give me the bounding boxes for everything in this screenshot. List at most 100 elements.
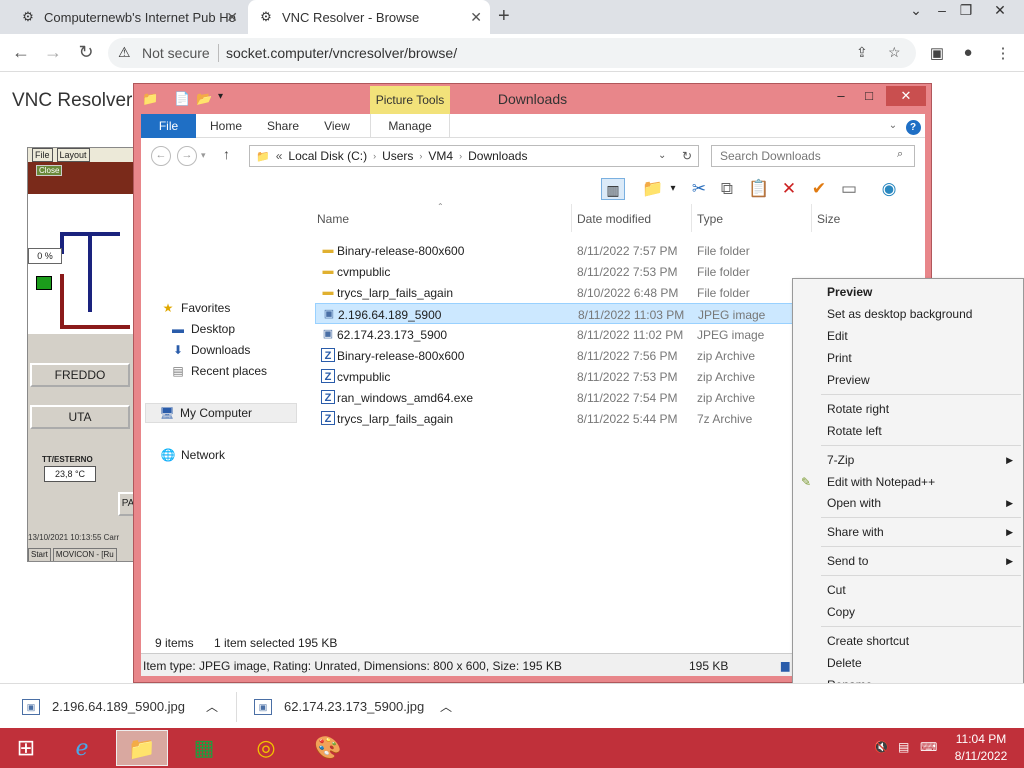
file-row[interactable]: ▬ cvmpublic 8/11/2022 7:53 PM File folder <box>315 261 799 282</box>
tab-home[interactable]: Home <box>201 114 251 138</box>
picture-tools-tab[interactable]: Picture Tools <box>370 86 450 114</box>
paste-icon[interactable]: 📋 <box>747 178 771 200</box>
rename-icon[interactable]: ▭ <box>837 178 861 200</box>
tab-view[interactable]: View <box>315 114 359 138</box>
context-menu-item[interactable]: Delete <box>827 656 862 670</box>
nav-my-computer[interactable]: 🖥 My Computer <box>145 403 297 423</box>
nav-recent-places[interactable]: ▤ Recent places <box>169 361 267 381</box>
search-input[interactable]: Search Downloads <box>711 145 915 167</box>
context-menu-item[interactable]: Print <box>827 351 852 365</box>
kebab-menu-icon[interactable]: ⋮ <box>993 44 1013 62</box>
column-header-type[interactable]: Type <box>697 212 723 226</box>
tab-close-icon[interactable]: ✕ <box>470 9 482 26</box>
new-tab-button[interactable]: + <box>498 5 510 28</box>
column-divider[interactable] <box>571 204 572 232</box>
system-clock[interactable]: 11:04 PM 8/11/2022 <box>944 731 1018 765</box>
download-item[interactable]: ▣ 2.196.64.189_5900.jpg ︿ <box>22 684 226 729</box>
internet-explorer-icon[interactable]: ℯ <box>56 730 108 766</box>
chevron-down-icon[interactable]: ▾ <box>661 178 685 200</box>
context-menu-item[interactable]: Rotate right <box>827 402 889 416</box>
chevron-down-icon[interactable]: ⌄ <box>885 114 901 138</box>
nav-network[interactable]: 🌐 Network <box>159 445 226 465</box>
new-folder-icon[interactable]: 📂 <box>196 91 212 107</box>
copy-icon[interactable]: ⧉ <box>715 178 739 200</box>
tab-share[interactable]: Share <box>259 114 307 138</box>
context-menu-item[interactable]: 7-Zip <box>827 453 854 467</box>
context-menu-item[interactable]: Send to <box>827 554 868 568</box>
forward-arrow-icon[interactable]: → <box>42 42 64 63</box>
globe-icon[interactable]: ◉ <box>877 178 901 200</box>
paint-icon[interactable]: 🎨 <box>302 730 354 766</box>
address-bar[interactable]: ⚠ Not secure socket.computer/vncresolver… <box>108 38 916 68</box>
chevron-up-icon[interactable]: ︿ <box>206 698 218 715</box>
close-window-button[interactable]: ✕ <box>980 0 1020 22</box>
tab-computernewb[interactable]: ⚙ Computernewb's Internet Pub Ho ✕ <box>10 0 246 34</box>
close-button[interactable]: ✕ <box>886 86 926 106</box>
breadcrumb-users[interactable]: Users <box>382 149 413 163</box>
download-item[interactable]: ▣ 62.174.23.173_5900.jpg ︿ <box>254 684 464 729</box>
chevron-down-icon[interactable]: ▾ <box>201 150 206 161</box>
column-header-name[interactable]: Name <box>317 212 349 226</box>
file-row[interactable]: Zran_windows_amd64.exe 8/11/2022 7:54 PM z… <box>315 387 799 408</box>
nav-downloads[interactable]: ⬇ Downloads <box>169 340 250 360</box>
context-menu-item[interactable]: Preview <box>827 373 870 387</box>
context-menu-item[interactable]: Set as desktop background <box>827 307 972 321</box>
column-header-size[interactable]: Size <box>817 212 840 226</box>
breadcrumb-local-disk[interactable]: Local Disk (C:) <box>288 149 367 163</box>
up-arrow-icon[interactable]: ↑ <box>223 146 230 162</box>
share-icon[interactable]: ⇪ <box>856 44 868 61</box>
tab-vnc-resolver[interactable]: ⚙ VNC Resolver - Browse ✕ <box>248 0 490 34</box>
column-divider[interactable] <box>691 204 692 232</box>
breadcrumb-separator-icon[interactable]: › <box>459 151 462 161</box>
context-menu-item[interactable]: Rotate left <box>827 424 882 438</box>
refresh-icon[interactable]: ↻ <box>682 149 692 163</box>
breadcrumb-separator-icon[interactable]: › <box>373 151 376 161</box>
minimize-button[interactable]: – <box>828 86 854 106</box>
file-row[interactable]: ▣ 2.196.64.189_5900 8/11/2022 11:03 PM JPEG… <box>315 303 799 324</box>
column-header-date[interactable]: Date modified <box>577 212 651 226</box>
preview-pane-icon[interactable]: ▥ <box>601 178 625 200</box>
warning-icon[interactable]: ⚠ <box>118 44 131 61</box>
nav-desktop[interactable]: ▬ Desktop <box>169 319 235 339</box>
context-menu-item[interactable]: Share with <box>827 525 884 539</box>
delete-icon[interactable]: ✕ <box>777 178 801 200</box>
forward-arrow-icon[interactable]: → <box>177 146 197 166</box>
keyboard-tray-icon[interactable]: ⌨ <box>920 740 937 754</box>
help-icon[interactable]: ? <box>905 114 921 138</box>
reload-icon[interactable]: ↻ <box>75 42 97 63</box>
url-text[interactable]: socket.computer/vncresolver/browse/ <box>226 45 457 61</box>
chevron-down-icon[interactable]: ▾ <box>218 91 223 102</box>
windows-start-icon[interactable]: ⊞ <box>0 730 52 766</box>
breadcrumb-downloads[interactable]: Downloads <box>468 149 527 163</box>
context-menu-item[interactable]: Open with <box>827 496 881 510</box>
file-row[interactable]: ▬ trycs_larp_fails_again 8/10/2022 6:48 PM… <box>315 282 799 303</box>
file-row[interactable]: Zcvmpublic 8/11/2022 7:53 PM zip Archive <box>315 366 799 387</box>
tab-file[interactable]: File <box>141 114 196 138</box>
context-menu-item[interactable]: Edit with Notepad++ <box>827 475 935 489</box>
tab-manage[interactable]: Manage <box>370 114 450 138</box>
back-arrow-icon[interactable]: ← <box>10 42 32 63</box>
overflow-chevron-icon[interactable]: « <box>276 149 283 163</box>
store-icon[interactable]: ▦ <box>178 730 230 766</box>
nav-favorites[interactable]: ★ Favorites <box>159 298 231 318</box>
properties-icon[interactable]: 📄 <box>174 91 190 107</box>
context-menu-item[interactable]: Create shortcut <box>827 634 909 648</box>
checkmark-icon[interactable]: ✔ <box>807 178 831 200</box>
file-explorer-icon[interactable]: 📁 <box>116 730 168 766</box>
file-row[interactable]: Ztrycs_larp_fails_again 8/11/2022 5:44 PM… <box>315 408 799 429</box>
volume-muted-icon[interactable]: 🔇 <box>874 740 889 754</box>
context-menu-item[interactable]: Cut <box>827 583 846 597</box>
chevron-down-icon[interactable]: ⌄ <box>658 150 666 161</box>
back-arrow-icon[interactable]: ← <box>151 146 171 166</box>
file-row[interactable]: ▬ Binary-release-800x600 8/11/2022 7:57 PM… <box>315 240 799 261</box>
star-icon[interactable]: ☆ <box>888 44 901 61</box>
explorer-address-bar[interactable]: 📁 « Local Disk (C:) › Users › VM4 › Down… <box>249 145 699 167</box>
search-icon[interactable]: ⌕ <box>897 148 903 161</box>
breadcrumb-separator-icon[interactable]: › <box>419 151 422 161</box>
vnc-screenshot-thumbnail[interactable]: File Layout Close 0 % FREDDO UTA TT/ESTE… <box>27 147 137 562</box>
chevron-up-icon[interactable]: ︿ <box>440 698 452 715</box>
chrome-icon[interactable]: ◎ <box>240 730 292 766</box>
maximize-button[interactable]: □ <box>856 86 882 106</box>
cut-icon[interactable]: ✂ <box>687 178 711 200</box>
context-menu-item[interactable]: Edit <box>827 329 848 343</box>
